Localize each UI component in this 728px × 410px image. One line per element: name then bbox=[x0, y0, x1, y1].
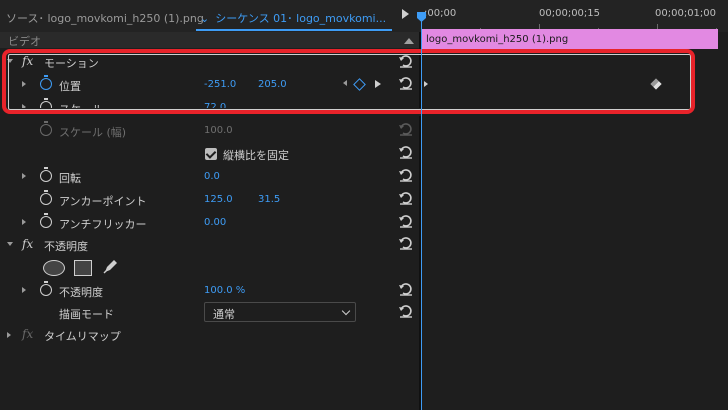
ellipse-mask-icon[interactable] bbox=[43, 260, 65, 276]
reset-icon[interactable] bbox=[398, 168, 414, 182]
tab-sequence-label: シーケンス 01･ logo_movkomi... bbox=[215, 12, 387, 25]
video-section-label: ビデオ bbox=[8, 35, 41, 48]
reset-icon[interactable] bbox=[398, 145, 414, 159]
blend-mode-select[interactable]: 通常 bbox=[204, 302, 356, 322]
tab-active-indicator bbox=[196, 29, 392, 31]
opacity-value[interactable]: 100.0 % bbox=[204, 285, 245, 296]
anchor-label: アンカーポイント bbox=[59, 195, 147, 208]
highlight-annotation bbox=[2, 49, 695, 114]
chevron-down-icon[interactable]: ⌄ bbox=[200, 12, 209, 25]
time-remap-label: タイムリマップ bbox=[44, 330, 121, 343]
play-icon[interactable] bbox=[402, 9, 409, 19]
timecode-0: ;00;00 bbox=[424, 8, 457, 19]
collapse-icon[interactable] bbox=[404, 38, 414, 44]
uniform-scale-checkbox[interactable] bbox=[205, 148, 217, 160]
expand-antiflicker-icon[interactable] bbox=[22, 219, 26, 225]
fx-icon[interactable]: fx bbox=[22, 237, 33, 251]
playhead-line[interactable] bbox=[421, 14, 422, 410]
antiflicker-value[interactable]: 0.00 bbox=[204, 217, 226, 228]
timecode-2: 00;00;01;00 bbox=[655, 8, 717, 19]
blend-mode-value: 通常 bbox=[213, 308, 235, 321]
stopwatch-icon bbox=[40, 121, 52, 136]
timeline-clip[interactable]: logo_movkomi_h250 (1).png bbox=[422, 29, 718, 49]
opacity-section-label: 不透明度 bbox=[44, 240, 88, 253]
clip-label: logo_movkomi_h250 (1).png bbox=[426, 34, 569, 45]
rotation-label: 回転 bbox=[59, 172, 81, 185]
expand-time-remap-icon[interactable] bbox=[7, 332, 11, 338]
tab-sequence[interactable]: ⌄ シーケンス 01･ logo_movkomi... bbox=[200, 10, 386, 26]
rotation-value[interactable]: 0.0 bbox=[204, 171, 220, 182]
scale-width-label: スケール (幅) bbox=[59, 126, 127, 139]
reset-icon[interactable] bbox=[398, 304, 414, 318]
stopwatch-icon[interactable] bbox=[40, 190, 52, 205]
rectangle-mask-icon[interactable] bbox=[74, 260, 92, 276]
fx-icon[interactable]: fx bbox=[22, 327, 33, 341]
reset-icon[interactable] bbox=[398, 236, 414, 250]
scale-width-value: 100.0 bbox=[204, 125, 233, 136]
reset-icon[interactable] bbox=[398, 214, 414, 228]
stopwatch-icon[interactable] bbox=[40, 167, 52, 182]
tab-source[interactable]: ソース･ logo_movkomi_h250 (1).png bbox=[6, 10, 204, 26]
expand-opacity-value-icon[interactable] bbox=[22, 287, 26, 293]
antiflicker-label: アンチフリッカー bbox=[59, 218, 147, 231]
reset-icon[interactable] bbox=[398, 282, 414, 296]
chevron-down-icon bbox=[341, 306, 351, 316]
expand-opacity-icon[interactable] bbox=[7, 242, 13, 246]
blend-mode-label: 描画モード bbox=[59, 308, 114, 321]
stopwatch-icon[interactable] bbox=[40, 213, 52, 228]
pen-mask-icon[interactable] bbox=[102, 257, 120, 275]
expand-rotation-icon[interactable] bbox=[22, 173, 26, 179]
reset-icon[interactable] bbox=[398, 191, 414, 205]
reset-icon bbox=[399, 123, 412, 136]
opacity-value-label: 不透明度 bbox=[59, 286, 103, 299]
stopwatch-icon[interactable] bbox=[40, 281, 52, 296]
anchor-x-value[interactable]: 125.0 bbox=[204, 194, 233, 205]
uniform-scale-label: 縦横比を固定 bbox=[223, 149, 289, 162]
timecode-1: 00;00;00;15 bbox=[539, 8, 601, 19]
video-section-row bbox=[0, 32, 421, 48]
anchor-y-value[interactable]: 31.5 bbox=[258, 194, 280, 205]
